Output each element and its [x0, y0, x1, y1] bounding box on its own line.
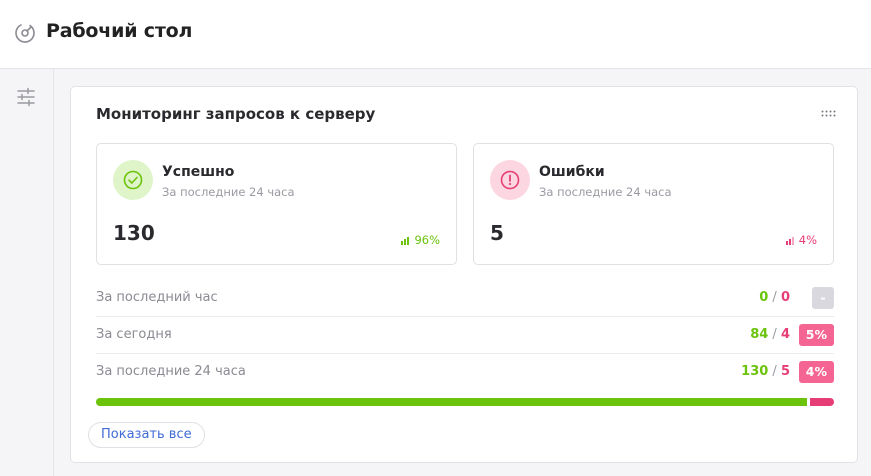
check-circle-icon	[123, 170, 143, 190]
period-label: За сегодня	[96, 327, 172, 342]
errors-percent: 4%	[785, 233, 817, 247]
errors-count: 5	[490, 221, 504, 245]
period-values: 0 / 0	[759, 290, 790, 305]
success-count: 130	[113, 221, 155, 245]
period-stats-list: За последний час 0 / 0 - За сегодня 84 /…	[96, 280, 834, 391]
period-values: 130 / 5	[741, 364, 790, 379]
sliders-icon[interactable]	[16, 87, 36, 107]
success-percent: 96%	[401, 233, 440, 247]
success-stat-card: Успешно За последние 24 часа 130 96%	[96, 143, 457, 265]
bar-chart-icon	[401, 237, 410, 245]
success-period: За последние 24 часа	[162, 185, 295, 199]
errors-stat-card: Ошибки За последние 24 часа 5 4%	[473, 143, 834, 265]
error-rate-badge: 5%	[798, 324, 834, 346]
errors-period: За последние 24 часа	[539, 185, 672, 199]
success-segment	[96, 398, 807, 406]
errors-label: Ошибки	[539, 164, 605, 180]
period-label: За последние 24 часа	[96, 364, 246, 379]
success-badge	[113, 160, 153, 200]
drag-handle-icon[interactable]	[821, 110, 837, 118]
error-rate-badge: 4%	[798, 361, 834, 383]
period-values: 84 / 4	[750, 327, 790, 342]
alert-circle-icon	[500, 170, 520, 190]
errors-badge	[490, 160, 530, 200]
sidebar	[0, 69, 54, 476]
top-bar: Рабочий стол	[0, 0, 871, 69]
server-monitoring-widget: Мониторинг запросов к серверу Успешно За…	[70, 86, 858, 463]
success-error-progress-bar	[96, 398, 834, 406]
list-item: За сегодня 84 / 4 5%	[96, 317, 834, 354]
error-segment	[809, 398, 834, 406]
gauge-icon	[15, 23, 35, 43]
error-rate-badge: -	[812, 287, 834, 309]
period-label: За последний час	[96, 290, 218, 305]
widget-title: Мониторинг запросов к серверу	[96, 105, 376, 123]
success-label: Успешно	[162, 164, 235, 180]
bar-chart-icon	[785, 237, 794, 245]
list-item: За последние 24 часа 130 / 5 4%	[96, 354, 834, 391]
list-item: За последний час 0 / 0 -	[96, 280, 834, 317]
page-title: Рабочий стол	[46, 20, 193, 42]
show-all-button[interactable]: Показать все	[88, 422, 205, 448]
